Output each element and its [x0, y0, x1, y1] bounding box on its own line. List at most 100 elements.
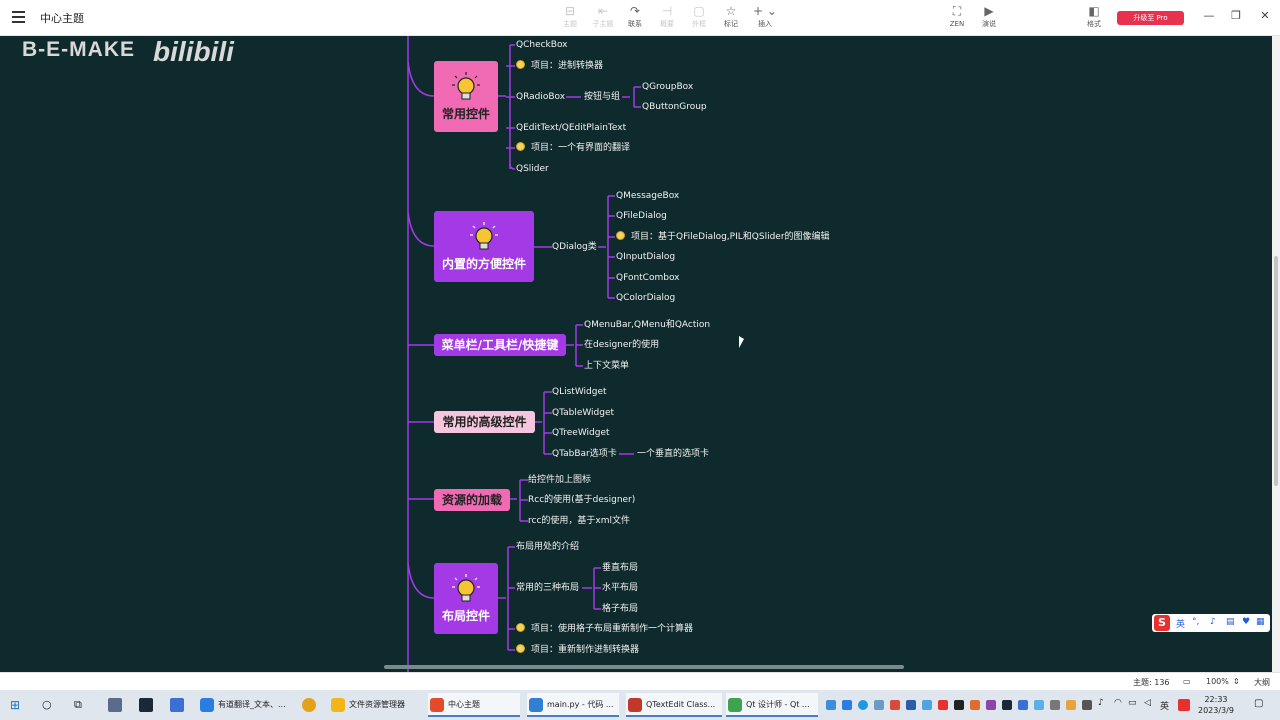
- leaf-qfontcombox[interactable]: QFontCombox: [616, 272, 680, 284]
- leaf-project-calculator[interactable]: 项目：使用格子布局重新制作一个计算器: [516, 623, 693, 635]
- leaf-vbox-layout[interactable]: 垂直布局: [602, 562, 638, 574]
- display-icon[interactable]: ▭: [1128, 698, 1137, 708]
- leaf-project-image-editor[interactable]: 项目：基于QFileDialog,PIL和QSlider的图像编辑: [616, 231, 830, 243]
- search-icon[interactable]: ○: [42, 698, 52, 711]
- leaf-qlistwidget[interactable]: QListWidget: [552, 386, 607, 398]
- format-button[interactable]: ◧ 格式: [1077, 4, 1111, 32]
- tray-app-icon[interactable]: [1082, 700, 1092, 710]
- leaf-qtablewidget[interactable]: QTableWidget: [552, 407, 614, 419]
- mindmap-canvas[interactable]: B-E-MAKE bilibili 常用控件 内置的方便控件 菜单栏/工具栏/快…: [0, 36, 1272, 672]
- tray-app-icon[interactable]: [842, 700, 852, 710]
- vertical-scrollbar[interactable]: [1272, 36, 1280, 672]
- relation-button[interactable]: ↷ 联系: [618, 4, 652, 32]
- leaf-qslider[interactable]: QSlider: [516, 163, 549, 175]
- leaf-designer-use[interactable]: 在designer的使用: [584, 339, 659, 351]
- leaf-rcc-designer[interactable]: Rcc的使用(基于designer): [528, 494, 635, 506]
- leaf-qdialog[interactable]: QDialog类: [552, 241, 597, 253]
- steam-icon[interactable]: [139, 698, 153, 712]
- tray-steam-icon[interactable]: [1002, 700, 1012, 710]
- leaf-layout-intro[interactable]: 布局用处的介绍: [516, 541, 579, 553]
- taskbar-item-qt-designer[interactable]: Qt 设计师 - Qt ...: [726, 693, 818, 717]
- node-resource-loading[interactable]: 资源的加载: [434, 489, 510, 511]
- tray-app-icon[interactable]: [938, 700, 948, 710]
- wifi-icon[interactable]: ◠: [1114, 698, 1122, 708]
- tray-app-icon[interactable]: [970, 700, 980, 710]
- ime-toolbar[interactable]: S 英 °, ♪ ▤ ♥ ▦: [1152, 614, 1270, 632]
- leaf-qinputdialog[interactable]: QInputDialog: [616, 251, 675, 263]
- close-icon[interactable]: ✕: [1258, 9, 1272, 25]
- boundary-button[interactable]: ▢ 外框: [682, 4, 716, 32]
- summary-button[interactable]: ⊣ 概要: [650, 4, 684, 32]
- maximize-icon[interactable]: ❐: [1229, 9, 1243, 25]
- tray-app-icon[interactable]: [954, 700, 964, 710]
- node-builtin-controls[interactable]: 内置的方便控件: [434, 211, 534, 282]
- leaf-qgroupbox[interactable]: QGroupBox: [642, 81, 693, 93]
- child-topic-button[interactable]: ⇤ 子主题: [586, 4, 620, 32]
- tray-app-icon[interactable]: [826, 700, 836, 710]
- leaf-qradiobox[interactable]: QRadioBox: [516, 91, 565, 103]
- leaf-three-layouts[interactable]: 常用的三种布局: [516, 582, 579, 594]
- document-title[interactable]: 中心主题: [40, 10, 84, 26]
- leaf-qcheckbox[interactable]: QCheckBox: [516, 39, 568, 51]
- microphone-icon[interactable]: ♪: [1098, 698, 1104, 708]
- zen-button[interactable]: ⛶ ZEN: [940, 4, 974, 32]
- sogou-tray-icon[interactable]: [1178, 699, 1190, 711]
- leaf-qmenubar[interactable]: QMenuBar,QMenu和QAction: [584, 319, 710, 331]
- volume-icon[interactable]: ◁: [1144, 698, 1151, 708]
- microphone-icon[interactable]: ♪: [1210, 617, 1216, 627]
- horizontal-scrollbar[interactable]: [384, 665, 904, 669]
- tray-app-icon[interactable]: [922, 700, 932, 710]
- leaf-project-base-converter[interactable]: 项目：进制转换器: [516, 60, 603, 72]
- toolbox-icon[interactable]: ▦: [1256, 617, 1265, 627]
- taskbar-item-explorer[interactable]: 文件资源管理器: [329, 693, 423, 717]
- node-layout-controls[interactable]: 布局控件: [434, 563, 498, 634]
- leaf-add-icon[interactable]: 给控件加上图标: [528, 474, 591, 486]
- tray-app-icon[interactable]: [1018, 700, 1028, 710]
- leaf-project-remake-converter[interactable]: 项目：重新制作进制转换器: [516, 644, 639, 656]
- leaf-rcc-xml[interactable]: rcc的使用，基于xml文件: [528, 515, 630, 527]
- taskbar-item-xmind[interactable]: 中心主题: [428, 693, 520, 717]
- node-common-controls[interactable]: 常用控件: [434, 61, 498, 132]
- leaf-project-translator[interactable]: 项目：一个有界面的翻译: [516, 142, 630, 154]
- skin-icon[interactable]: ♥: [1242, 617, 1250, 627]
- ime-language[interactable]: 英: [1176, 617, 1185, 630]
- leaf-qcolordialog[interactable]: QColorDialog: [616, 292, 675, 304]
- leaf-hbox-layout[interactable]: 水平布局: [602, 582, 638, 594]
- input-language[interactable]: 英: [1160, 699, 1169, 712]
- node-menubar-toolbar[interactable]: 菜单栏/工具栏/快捷键: [434, 334, 566, 356]
- zoom-level[interactable]: 100%: [1206, 677, 1229, 686]
- tray-app-icon[interactable]: [874, 700, 884, 710]
- leaf-qfiledialog[interactable]: QFileDialog: [616, 210, 667, 222]
- zoom-stepper-icon[interactable]: ⇕: [1233, 677, 1240, 686]
- upgrade-pro-button[interactable]: 升级至 Pro: [1117, 11, 1184, 25]
- tray-edge-icon[interactable]: [858, 700, 868, 710]
- leaf-qtreewidget[interactable]: QTreeWidget: [552, 427, 610, 439]
- tray-app-icon[interactable]: [906, 700, 916, 710]
- node-advanced-controls[interactable]: 常用的高级控件: [434, 411, 535, 433]
- system-clock[interactable]: 22:33 2023/3/9: [1198, 694, 1234, 716]
- present-button[interactable]: ▶ 演说: [972, 4, 1006, 32]
- taskbar-item-youdao[interactable]: 有道翻译_文本、...: [198, 693, 292, 717]
- leaf-qmessagebox[interactable]: QMessageBox: [616, 190, 679, 202]
- map-icon[interactable]: ▭: [1183, 677, 1191, 686]
- leaf-context-menu[interactable]: 上下文菜单: [584, 360, 629, 372]
- marker-button[interactable]: ☆ 标记: [714, 4, 748, 32]
- leaf-qbuttongroup[interactable]: QButtonGroup: [642, 101, 707, 113]
- leaf-qedittext[interactable]: QEditText/QEditPlainText: [516, 122, 626, 134]
- tray-app-icon[interactable]: [1050, 700, 1060, 710]
- chrome-icon[interactable]: [302, 698, 316, 712]
- vscode-alt-icon[interactable]: [170, 698, 184, 712]
- taskbar-item-qt-docs[interactable]: QTextEdit Class...: [626, 693, 722, 717]
- tray-app-icon[interactable]: [1066, 700, 1076, 710]
- tray-app-icon[interactable]: [1034, 700, 1044, 710]
- task-view-icon[interactable]: ⧉: [74, 698, 82, 712]
- subtopic-button[interactable]: ⊟ 主题: [553, 4, 587, 32]
- leaf-grid-layout[interactable]: 格子布局: [602, 603, 638, 615]
- insert-button[interactable]: + ⌄ 插入: [748, 4, 782, 32]
- leaf-button-group[interactable]: 按钮与组: [584, 91, 620, 103]
- sogou-ime-icon[interactable]: S: [1154, 615, 1170, 631]
- minimize-icon[interactable]: —: [1202, 9, 1216, 25]
- outline-toggle[interactable]: 大纲: [1254, 677, 1270, 688]
- app-icon[interactable]: [108, 698, 122, 712]
- punctuation-icon[interactable]: °,: [1192, 617, 1199, 627]
